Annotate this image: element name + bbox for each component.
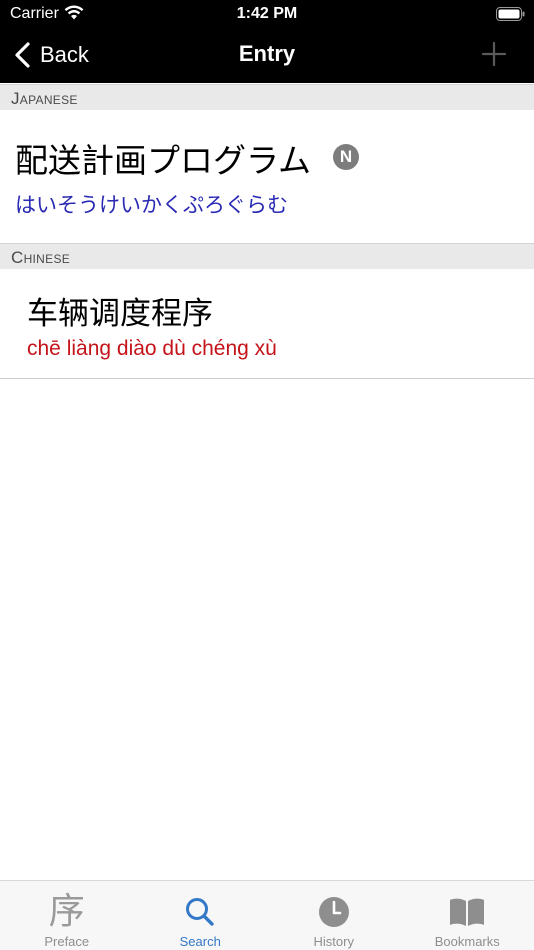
chinese-header-label: Chinese [11,248,71,267]
tab-bookmarks[interactable]: Bookmarks [401,881,534,950]
tab-history-label: History [313,934,354,949]
japanese-reading: はいそうけいかくぷろぐらむ [15,193,288,217]
chinese-section-header: Chinese [0,243,534,269]
clock-icon [318,897,349,927]
tab-search-label: Search [179,934,221,949]
status-bar: Carrier 1:42 PM [0,0,534,28]
japanese-word: 配送計画プログラム [15,141,312,180]
chinese-word: 车辆调度程序 [27,296,213,332]
preface-icon: 序 [48,891,85,932]
japanese-section-header: Japanese [0,84,534,110]
chinese-pinyin: chē liàng diào dù chéng xù [27,337,277,360]
tab-search[interactable]: Search [134,881,268,950]
entry-screen: Carrier 1:42 PM Back Entry Japanese 配送計画… [0,0,534,950]
search-icon [186,898,214,926]
battery-icon [496,7,525,21]
noun-badge: N [333,144,359,170]
tab-preface-label: Preface [44,934,90,949]
top-bar: Carrier 1:42 PM Back Entry [0,0,534,83]
book-icon [450,898,485,926]
japanese-header-label: Japanese [11,89,78,108]
tab-history[interactable]: History [267,881,401,950]
navigation-bar: Back Entry [0,28,534,83]
divider [0,378,534,379]
add-bookmark-button[interactable] [480,40,508,68]
status-time: 1:42 PM [236,5,298,22]
tab-preface[interactable]: 序 Preface [0,881,134,950]
tab-bookmarks-label: Bookmarks [434,934,500,949]
tab-bar: 序 Preface Search History Bookmarks [0,880,534,950]
page-title: Entry [238,41,296,66]
